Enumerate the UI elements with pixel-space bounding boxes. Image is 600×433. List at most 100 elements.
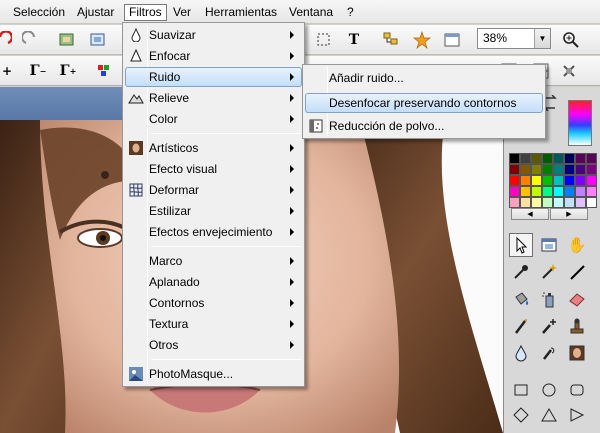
color-swatch[interactable] [564,164,575,175]
image-window-icon[interactable] [537,233,561,257]
eraser-icon[interactable] [565,287,589,311]
stamp-icon[interactable] [565,314,589,338]
color-swatch[interactable] [575,186,586,197]
color-swatch[interactable] [575,164,586,175]
spray-can-icon[interactable] [537,287,561,311]
menu-item-efectos-envejecimiento[interactable]: Efectos envejecimiento [125,222,302,242]
stamp-panel-icon[interactable] [558,60,580,82]
window-icon[interactable] [441,29,463,51]
magic-wand-icon[interactable] [537,260,561,284]
menu-herramientas[interactable]: Herramientas [201,4,281,21]
brush-plus-icon[interactable] [537,314,561,338]
color-spectrum[interactable] [568,100,592,146]
color-swatch[interactable] [553,164,564,175]
rounded-rectangle-icon[interactable] [565,378,589,402]
brush-icon[interactable] [509,314,533,338]
menu-item-desenfocar-preservando-contornos[interactable]: Desenfocar preservando contornos [305,93,543,113]
color-swatch[interactable] [542,186,553,197]
menu-item-color[interactable]: Color [125,109,302,129]
color-swatch[interactable] [520,153,531,164]
triangle-shape-icon[interactable] [537,403,561,427]
undo-icon[interactable] [0,29,14,51]
menu-item-aplanado[interactable]: Aplanado [125,272,302,292]
menu-item-efecto-visual[interactable]: Efecto visual [125,159,302,179]
color-swatch[interactable] [531,197,542,208]
color-swatch[interactable] [531,186,542,197]
menu-item-ruido[interactable]: Ruido [125,67,302,87]
effects-star-icon[interactable] [411,29,433,51]
color-swatch[interactable] [531,164,542,175]
color-swatch[interactable] [564,175,575,186]
menu-item-marco[interactable]: Marco [125,251,302,271]
palette-next-button[interactable]: ▶ [550,208,588,220]
color-swatch[interactable] [575,153,586,164]
import-image-icon[interactable] [56,29,78,51]
color-swatch[interactable] [586,164,597,175]
arrow-shape-icon[interactable] [565,403,589,427]
menu-item-anadir-ruido[interactable]: Añadir ruido... [305,68,543,88]
line-icon[interactable] [565,260,589,284]
menu-item-contornos[interactable]: Contornos [125,293,302,313]
eyedropper-icon[interactable] [509,260,533,284]
menu-item-reduccion-de-polvo[interactable]: Reducción de polvo... [305,116,543,136]
menu-item-textura[interactable]: Textura [125,314,302,334]
menu-item-photomasque[interactable]: PhotoMasque... [125,364,302,384]
ellipse-shape-icon[interactable] [537,378,561,402]
pointer-arrow-icon[interactable] [509,233,533,257]
menu-item-enfocar[interactable]: Enfocar [125,46,302,66]
color-swatch[interactable] [553,186,564,197]
hand-pan-icon[interactable]: ✋ [565,233,589,257]
color-swatch[interactable] [564,153,575,164]
menu-item-artisticos[interactable]: Artísticos [125,138,302,158]
color-swatch[interactable] [520,175,531,186]
zoom-in-icon[interactable] [560,29,582,51]
color-swatch[interactable] [586,197,597,208]
color-swatch[interactable] [520,164,531,175]
gamma-minus-icon[interactable]: Γ − [27,60,49,82]
menu-item-deformar[interactable]: Deformar [125,180,302,200]
color-swatch[interactable] [509,197,520,208]
color-swatch[interactable] [564,186,575,197]
color-swatch[interactable] [575,175,586,186]
paint-bucket-icon[interactable] [509,287,533,311]
gamma-plus-icon[interactable]: Γ + [57,60,79,82]
rectangle-shape-icon[interactable] [509,378,533,402]
color-swatch[interactable] [553,175,564,186]
text-tool-icon[interactable]: T [343,29,365,51]
color-swatch[interactable] [531,153,542,164]
palette-prev-button[interactable]: ◀ [511,208,549,220]
color-balance-icon[interactable] [94,60,116,82]
menu-ajustar[interactable]: Ajustar [73,4,118,21]
color-swatch[interactable] [542,175,553,186]
export-image-icon[interactable] [87,29,109,51]
diamond-shape-icon[interactable] [509,403,533,427]
color-swatch[interactable] [520,186,531,197]
gamma-increase-icon[interactable]: + [0,60,18,82]
color-swatch[interactable] [564,197,575,208]
color-swatch[interactable] [586,153,597,164]
selection-crop-icon[interactable] [313,29,335,51]
color-swatch[interactable] [542,164,553,175]
color-swatch[interactable] [509,153,520,164]
portrait-icon[interactable] [565,341,589,365]
smudge-icon[interactable] [537,341,561,365]
menu-ver[interactable]: Ver [169,4,195,21]
menu-item-estilizar[interactable]: Estilizar [125,201,302,221]
color-swatch[interactable] [509,186,520,197]
color-swatch[interactable] [509,164,520,175]
layers-icon[interactable] [380,29,402,51]
menu-ventana[interactable]: Ventana [285,4,337,21]
chevron-down-icon[interactable]: ▼ [534,29,550,48]
color-swatch[interactable] [553,153,564,164]
color-swatch[interactable] [520,197,531,208]
color-swatch[interactable] [586,175,597,186]
color-swatch[interactable] [575,197,586,208]
color-swatch[interactable] [542,197,553,208]
color-swatch[interactable] [509,175,520,186]
menu-item-otros[interactable]: Otros [125,335,302,355]
zoom-select[interactable]: 38% ▼ [477,28,551,49]
color-swatch[interactable] [586,186,597,197]
water-drop-icon[interactable] [509,341,533,365]
menu-item-suavizar[interactable]: Suavizar [125,25,302,45]
redo-icon[interactable] [20,29,42,51]
